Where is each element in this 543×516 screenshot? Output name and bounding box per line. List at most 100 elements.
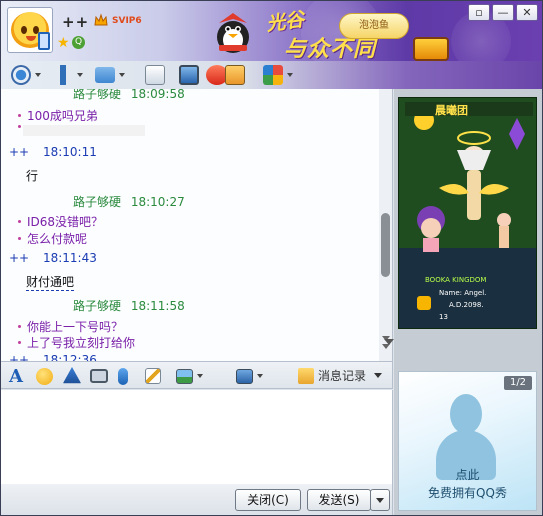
history-icon xyxy=(298,367,314,384)
monitor-icon xyxy=(179,65,199,85)
message-line: 你能上一下号吗？ xyxy=(18,318,123,335)
picture-button[interactable] xyxy=(176,366,203,386)
chevron-down-icon xyxy=(376,498,384,503)
page-indicator[interactable]: 1/2 xyxy=(504,376,532,390)
mic-icon xyxy=(118,367,128,385)
input-toolbar: A 消息记录 xyxy=(1,361,393,389)
apps-grid-icon xyxy=(263,65,283,85)
bell-icon xyxy=(63,367,81,384)
voice-call-button[interactable] xyxy=(53,65,83,85)
share-screen-button[interactable] xyxy=(225,65,245,85)
close-icon: ✕ xyxy=(522,6,532,19)
sms-icon xyxy=(145,65,165,85)
show-controls xyxy=(384,337,537,357)
scrollbar-thumb[interactable] xyxy=(381,213,390,277)
screen-icon xyxy=(236,368,253,384)
click-here-label[interactable]: 点此 xyxy=(399,466,536,483)
message-line: 行 xyxy=(26,169,39,183)
font-button[interactable]: A xyxy=(9,365,23,387)
qzone-icon[interactable]: Q xyxy=(72,36,85,49)
star-icon[interactable]: ★ xyxy=(57,35,70,51)
message-history-button[interactable]: 消息记录 xyxy=(298,367,383,384)
message-header: ++ 18:10:11 xyxy=(9,145,97,159)
close-button[interactable]: 关闭(C) xyxy=(235,489,301,511)
qq-show-card[interactable]: 晨曦团 BOOKA KINGDOM Name: Angel. A.D.2098.… xyxy=(398,97,537,329)
show-date: A.D.2098. xyxy=(449,301,484,309)
restore-icon: ▫ xyxy=(475,6,483,19)
bottom-bar: 关闭(C) 发送(S) xyxy=(1,484,393,515)
redacted-line xyxy=(23,125,145,136)
right-panel: 晨曦团 BOOKA KINGDOM Name: Angel. A.D.2098.… xyxy=(384,89,542,515)
sender-name: 路子够硬 xyxy=(73,299,122,313)
chat-scrollbar[interactable] xyxy=(379,89,392,361)
message-time: 18:11:43 xyxy=(42,251,97,265)
shake-button[interactable] xyxy=(63,366,81,386)
remote-desktop-button[interactable] xyxy=(179,65,199,85)
sender-name: ++ xyxy=(9,251,30,265)
restore-button[interactable]: ▫ xyxy=(468,4,490,21)
chevron-down-icon xyxy=(374,373,383,378)
sender-name: 路子够硬 xyxy=(73,195,122,209)
contact-avatar[interactable] xyxy=(7,7,53,53)
emoji-button[interactable] xyxy=(36,366,53,386)
apps-button[interactable] xyxy=(263,65,293,85)
voice-message-button[interactable] xyxy=(118,366,128,386)
paopao-button[interactable]: 泡泡鱼 xyxy=(339,13,409,39)
sender-name: ++ xyxy=(9,353,30,361)
message-button[interactable] xyxy=(145,65,165,85)
message-time: 18:11:58 xyxy=(130,299,185,313)
screenshot-button[interactable] xyxy=(236,366,263,386)
chevron-down-icon[interactable] xyxy=(384,339,394,345)
penguin-mascot-icon xyxy=(217,13,249,53)
show-name: Name: Angel. xyxy=(439,289,487,297)
gift-box-icon[interactable] xyxy=(413,37,449,61)
picture-icon xyxy=(176,368,193,384)
minimize-icon: — xyxy=(497,6,509,19)
message-line: 100成吗兄弟 xyxy=(18,107,98,124)
file-transfer-button[interactable] xyxy=(95,65,125,85)
pen-icon xyxy=(145,368,161,384)
sender-name: 路子够硬 xyxy=(73,89,122,101)
message-line: ID68没错吧？ xyxy=(18,213,103,230)
minimize-button[interactable]: — xyxy=(492,4,514,21)
film-icon xyxy=(90,369,108,383)
message-header: 路子够硬 18:09:58 xyxy=(73,89,185,102)
free-qq-show-link[interactable]: 免费拥有QQ秀 xyxy=(399,484,536,501)
message-line: 怎么付款呢 xyxy=(18,230,87,247)
window-header: ++ SVIP6 ★ Q 光谷 与众不同 泡泡鱼 ▫ — ✕ xyxy=(1,1,542,61)
message-time: 18:10:11 xyxy=(42,145,97,159)
send-button[interactable]: 发送(S) xyxy=(307,489,371,511)
phone-online-icon xyxy=(38,32,50,50)
font-icon: A xyxy=(9,365,23,387)
screen-share-icon xyxy=(225,65,245,85)
message-time: 18:09:58 xyxy=(130,89,185,101)
svip-label[interactable]: SVIP6 xyxy=(112,16,142,26)
thumbs-up-icon[interactable] xyxy=(417,296,431,310)
camera-icon xyxy=(11,65,31,85)
main-toolbar xyxy=(1,61,542,89)
qq-show-avatar-panel[interactable]: 1/2 点此 免费拥有QQ秀 xyxy=(398,371,537,511)
show-id: 13 xyxy=(439,313,448,321)
message-header: 路子够硬 18:10:27 xyxy=(73,193,185,210)
message-history[interactable]: 路子够硬 18:09:58 100成吗兄弟 ++ 18:10:11 行 路子够硬… xyxy=(1,89,393,361)
history-label: 消息记录 xyxy=(318,369,367,383)
chat-window: ++ SVIP6 ★ Q 光谷 与众不同 泡泡鱼 ▫ — ✕ 路子够硬 18:0… xyxy=(0,0,543,516)
show-kingdom: BOOKA KINGDOM xyxy=(425,276,487,284)
message-header: ++ 18:12:36 xyxy=(9,353,97,361)
message-header: 路子够硬 18:11:58 xyxy=(73,297,185,314)
close-window-button[interactable]: ✕ xyxy=(516,4,538,21)
folder-icon xyxy=(95,67,115,83)
microphone-icon xyxy=(53,65,73,85)
svip-crown-icon[interactable] xyxy=(93,13,109,29)
message-header: ++ 18:11:43 xyxy=(9,251,97,265)
video-call-button[interactable] xyxy=(11,65,41,85)
video-button[interactable] xyxy=(90,366,108,386)
window-controls: ▫ — ✕ xyxy=(468,4,538,21)
contact-nickname[interactable]: ++ xyxy=(62,13,89,31)
send-options-button[interactable] xyxy=(370,489,390,511)
handwriting-button[interactable] xyxy=(145,366,161,386)
message-input[interactable] xyxy=(1,390,393,484)
message-time: 18:10:27 xyxy=(130,195,185,209)
smiley-icon xyxy=(36,367,53,385)
avatar-silhouette-icon xyxy=(450,394,482,434)
